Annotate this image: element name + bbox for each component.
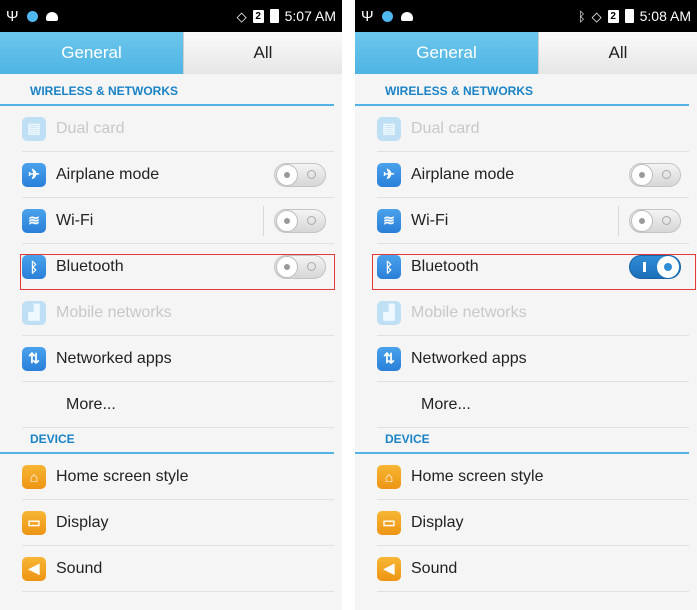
status-bar: Ψ ᛒ ◇ 2 5:08 AM [355,0,697,32]
battery-icon [624,9,634,23]
setting-label: Networked apps [411,349,527,367]
divider [618,206,619,236]
setting-label: Wi-Fi [411,211,449,229]
signal-icon: ▟ [377,300,401,325]
airplane-toggle[interactable] [274,162,326,187]
airplane-icon: ✈ [22,162,46,187]
speaker-icon: ◀ [22,556,46,581]
setting-sound[interactable]: ◀ Sound [377,546,689,592]
setting-wifi[interactable]: ≋ Wi-Fi [22,198,334,244]
wifi-icon: ≋ [377,208,401,233]
android-debug-icon [400,11,413,21]
setting-airplane-mode[interactable]: ✈ Airplane mode [377,152,689,198]
setting-label: More... [66,395,116,413]
display-icon: ▭ [22,510,46,535]
setting-label: Airplane mode [411,165,515,183]
section-header-wireless: WIRELESS & NETWORKS [0,74,334,106]
vibrate-icon: ◇ [591,8,602,24]
setting-label: Mobile networks [56,303,172,321]
setting-wifi[interactable]: ≋ Wi-Fi [377,198,689,244]
notification-app-icon [381,10,393,22]
setting-label: Airplane mode [56,165,160,183]
wifi-icon: ≋ [22,208,46,233]
setting-label: Wi-Fi [56,211,94,229]
tab-bar: General All [355,32,697,74]
home-icon: ⌂ [377,464,401,489]
setting-mobile-networks: ▟ Mobile networks [22,290,334,336]
notification-app-icon [26,10,38,22]
section-header-wireless: WIRELESS & NETWORKS [355,74,689,106]
tab-bar: General All [0,32,342,74]
setting-label: Display [56,513,109,531]
vibrate-icon: ◇ [236,8,247,24]
tab-general[interactable]: General [0,32,183,74]
display-icon: ▭ [377,510,401,535]
setting-display[interactable]: ▭ Display [22,500,334,546]
battery-icon [269,9,279,23]
wifi-toggle[interactable] [629,208,681,233]
tab-all[interactable]: All [538,32,697,74]
divider [263,206,264,236]
setting-display[interactable]: ▭ Display [377,500,689,546]
setting-airplane-mode[interactable]: ✈ Airplane mode [22,152,334,198]
status-bar: Ψ ◇ 2 5:07 AM [0,0,342,32]
setting-label: Display [411,513,464,531]
section-header-device: DEVICE [0,428,334,454]
dual-card-icon: ▤ [377,116,401,141]
section-header-device: DEVICE [355,428,689,454]
dual-card-icon: ▤ [22,116,46,141]
setting-label: Mobile networks [411,303,527,321]
tab-general[interactable]: General [355,32,538,74]
setting-label: Dual card [56,119,125,137]
setting-home-screen-style[interactable]: ⌂ Home screen style [22,454,334,500]
bluetooth-status-icon: ᛒ [577,8,586,24]
setting-label: Sound [56,559,103,577]
setting-sound[interactable]: ◀ Sound [22,546,334,592]
highlight-box-bluetooth-after [372,254,696,290]
airplane-icon: ✈ [377,162,401,187]
signal-icon: ▟ [22,300,46,325]
setting-label: Home screen style [411,467,544,485]
wifi-toggle[interactable] [274,208,326,233]
android-debug-icon [45,11,58,21]
setting-networked-apps[interactable]: ⇅ Networked apps [22,336,334,382]
setting-label: More... [421,395,471,413]
settings-screen-after: Ψ ᛒ ◇ 2 5:08 AM General All WIRELESS & N… [355,0,697,610]
sim-icon: 2 [607,9,619,23]
setting-label: Networked apps [56,349,172,367]
setting-networked-apps[interactable]: ⇅ Networked apps [377,336,689,382]
highlight-box-bluetooth-before [20,254,335,290]
data-transfer-icon: ⇅ [22,346,46,371]
clock: 5:07 AM [284,8,336,24]
setting-dual-card: ▤ Dual card [22,106,334,152]
setting-more[interactable]: More... [377,382,689,428]
tab-all[interactable]: All [183,32,342,74]
settings-screen-before: Ψ ◇ 2 5:07 AM General All WIRELESS & NET… [0,0,342,610]
airplane-toggle[interactable] [629,162,681,187]
clock: 5:08 AM [639,8,691,24]
setting-home-screen-style[interactable]: ⌂ Home screen style [377,454,689,500]
usb-icon: Ψ [361,7,374,25]
setting-more[interactable]: More... [22,382,334,428]
sim-icon: 2 [252,9,264,23]
setting-label: Dual card [411,119,480,137]
usb-icon: Ψ [6,7,19,25]
home-icon: ⌂ [22,464,46,489]
speaker-icon: ◀ [377,556,401,581]
data-transfer-icon: ⇅ [377,346,401,371]
setting-label: Sound [411,559,458,577]
setting-label: Home screen style [56,467,189,485]
setting-mobile-networks: ▟ Mobile networks [377,290,689,336]
setting-dual-card: ▤ Dual card [377,106,689,152]
